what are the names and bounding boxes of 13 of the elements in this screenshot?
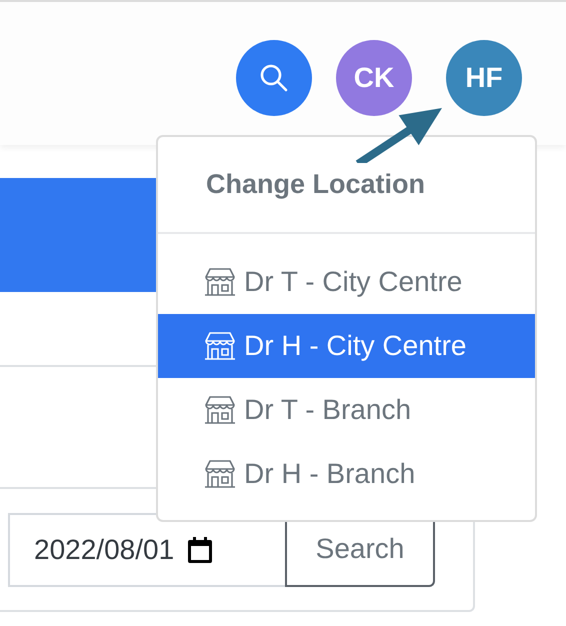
store-icon: [204, 395, 236, 425]
menu-item[interactable]: Dr H - City Centre: [158, 314, 535, 378]
user-avatar[interactable]: CK: [336, 40, 412, 116]
store-icon: [204, 267, 236, 297]
menu-item[interactable]: Dr T - Branch: [158, 378, 535, 442]
store-icon: [204, 459, 236, 489]
menu-title: Change Location: [158, 137, 535, 234]
store-icon: [204, 331, 236, 361]
search-icon: [259, 63, 289, 93]
menu-item[interactable]: Dr T - City Centre: [158, 250, 535, 314]
calendar-icon: [188, 537, 212, 563]
menu-item[interactable]: Dr H - Branch: [158, 442, 535, 506]
user-avatar[interactable]: HF: [446, 40, 522, 116]
